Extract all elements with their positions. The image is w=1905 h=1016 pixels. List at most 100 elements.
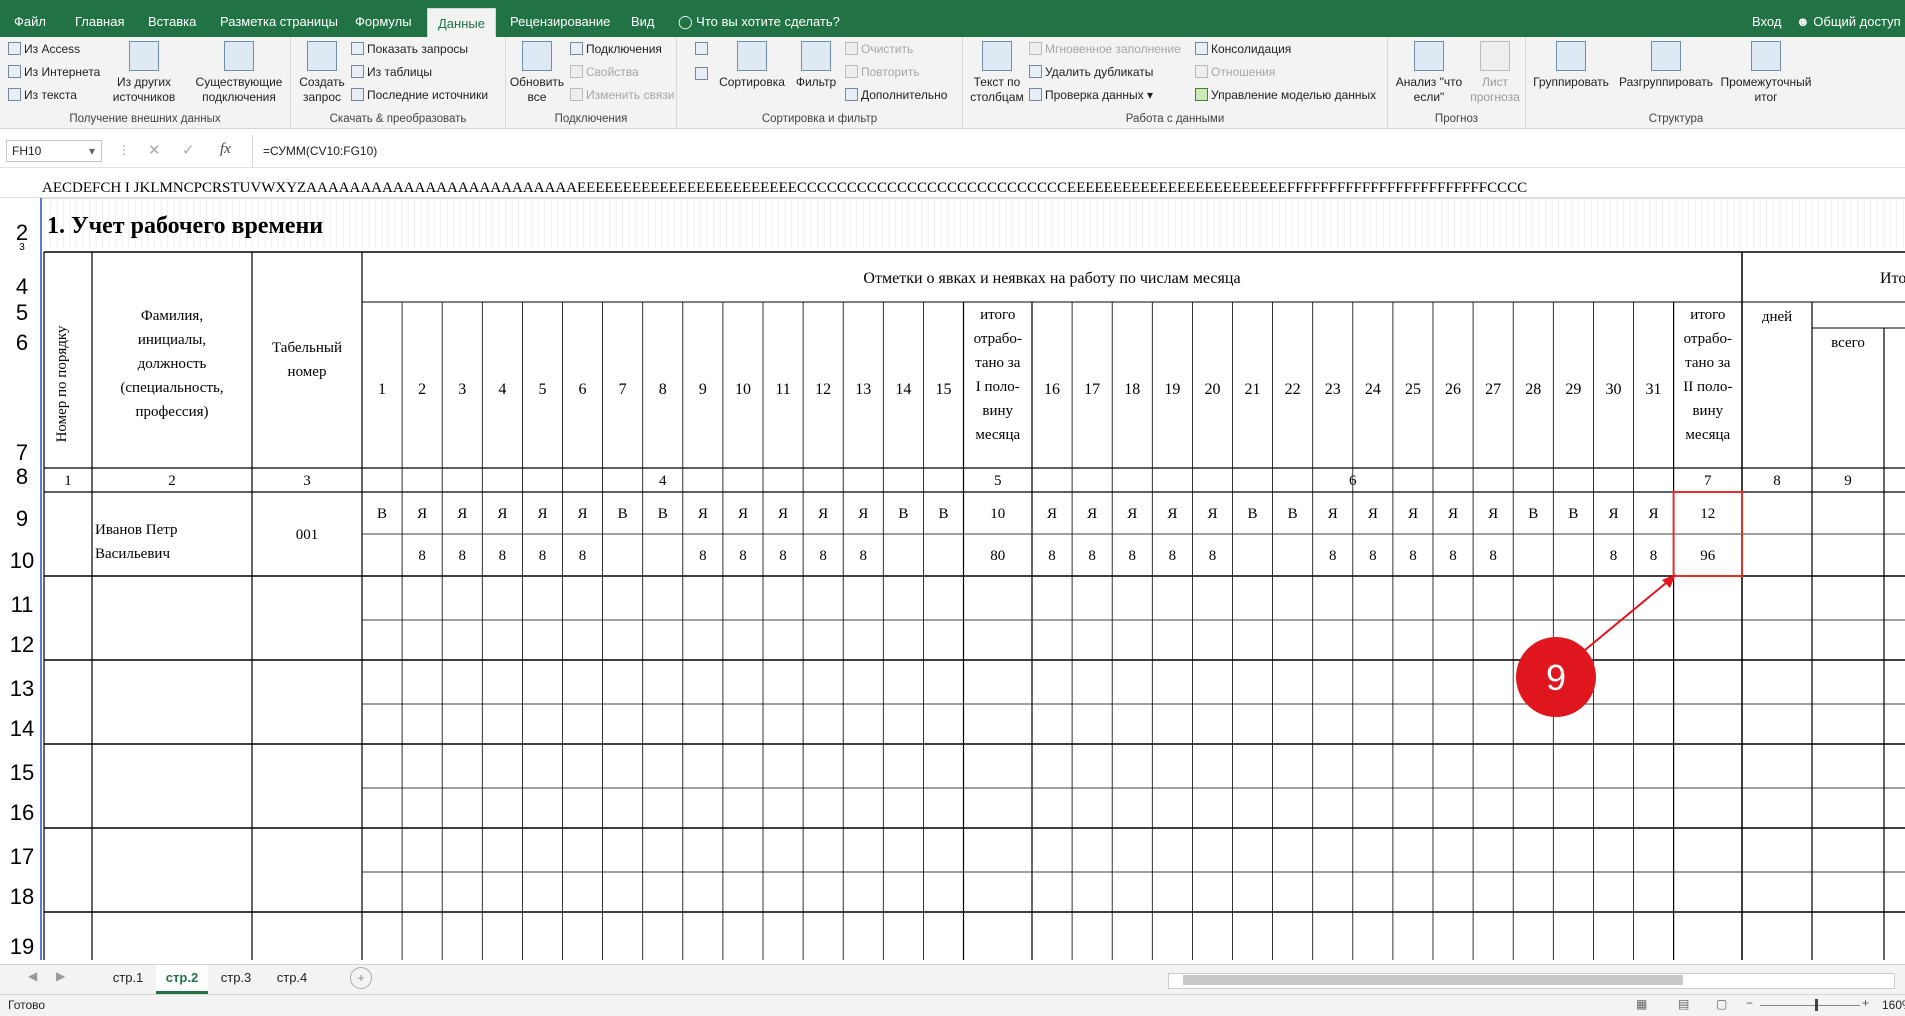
day-number-17: 17 xyxy=(1084,381,1100,398)
group-connections: Обновить все Подключения Свойства Измени… xyxy=(506,37,677,128)
share-button[interactable]: ☻ Общий доступ xyxy=(1796,0,1901,37)
zoom-out-icon[interactable]: − xyxy=(1746,996,1753,1010)
sort-za-button[interactable] xyxy=(695,67,711,81)
cancel-icon[interactable]: ✕ xyxy=(148,141,161,159)
group-label-connections: Подключения xyxy=(554,113,628,125)
remove-dup-label: Удалить дубликаты xyxy=(1045,65,1154,79)
day-number-14: 14 xyxy=(895,381,911,398)
header-days: дней xyxy=(1762,309,1792,325)
header-name-line: должность xyxy=(138,356,207,372)
zoom-slider[interactable] xyxy=(1760,1005,1860,1006)
zoom-slider-thumb[interactable] xyxy=(1815,999,1818,1011)
sheet-tab-4[interactable]: стр.4 xyxy=(268,965,316,991)
sheet-tab-2[interactable]: стр.2 xyxy=(156,965,208,994)
row-number-7: 7 xyxy=(16,440,28,465)
properties-button[interactable]: Свойства xyxy=(570,65,639,79)
add-sheet-icon[interactable]: + xyxy=(350,967,372,989)
hours-cell: 8 xyxy=(739,548,747,564)
from-web-label: Из Интернета xyxy=(24,65,101,79)
tab-review[interactable]: Рецензирование xyxy=(510,0,610,37)
name-box[interactable]: FH10 ▾ xyxy=(6,140,102,162)
reapply-button[interactable]: Повторить xyxy=(845,65,920,79)
day-number-11: 11 xyxy=(775,381,790,398)
sort-az-button[interactable] xyxy=(695,42,711,56)
formula-input[interactable]: =СУММ(CV10:FG10) xyxy=(252,135,1905,167)
tab-file[interactable]: Файл xyxy=(14,0,46,37)
forecast-sheet-button[interactable]: Лист прогноза xyxy=(1468,41,1522,105)
tab-page-layout[interactable]: Разметка страницы xyxy=(220,0,338,37)
hours-cell: 8 xyxy=(819,548,827,564)
tab-insert[interactable]: Вставка xyxy=(148,0,196,37)
header-half1-line: итого xyxy=(980,307,1015,323)
sheet-tab-1[interactable]: стр.1 xyxy=(104,965,152,991)
normal-view-icon[interactable]: ▦ xyxy=(1636,997,1647,1011)
day-number-13: 13 xyxy=(855,381,871,398)
page-break-icon[interactable]: ▢ xyxy=(1716,997,1727,1011)
recent-sources-button[interactable]: Последние источники xyxy=(351,88,488,102)
code-cell: Я xyxy=(858,506,868,522)
consolidate-button[interactable]: Консолидация xyxy=(1195,42,1291,56)
ungroup-button[interactable]: Разгруппировать xyxy=(1614,41,1718,90)
signin-link[interactable]: Вход xyxy=(1752,0,1781,37)
status-ready: Готово xyxy=(8,998,46,1012)
group-button[interactable]: Группировать xyxy=(1530,41,1612,90)
edit-links-label: Изменить связи xyxy=(586,88,675,102)
row-number-18: 18 xyxy=(10,884,34,909)
from-text-button[interactable]: Из текста xyxy=(8,88,77,102)
enter-icon[interactable]: ✓ xyxy=(182,141,195,159)
hours-cell: 8 xyxy=(579,548,587,564)
from-table-button[interactable]: Из таблицы xyxy=(351,65,432,79)
from-access-button[interactable]: Из Access xyxy=(8,42,80,56)
edit-links-button[interactable]: Изменить связи xyxy=(570,88,674,102)
worksheet-grid[interactable]: AECDEFCH I JKLMNCPCRSTUVWXYZAAAAAAAAAAAA… xyxy=(0,172,1905,960)
refresh-all-button[interactable]: Обновить все xyxy=(509,41,565,105)
scroll-right-icon[interactable]: ▶ xyxy=(56,969,65,983)
insert-function-icon[interactable]: fx xyxy=(220,141,231,158)
subtotal-button[interactable]: Промежуточный итог xyxy=(1712,41,1820,105)
day-number-5: 5 xyxy=(538,381,546,398)
flash-fill-button[interactable]: Мгновенное заполнение xyxy=(1029,42,1181,56)
connections-button[interactable]: Подключения xyxy=(570,42,662,56)
recent-label: Последние источники xyxy=(367,88,489,102)
day-number-25: 25 xyxy=(1405,381,1421,398)
tab-formulas[interactable]: Формулы xyxy=(355,0,412,37)
col-num-2: 2 xyxy=(168,473,176,489)
scroll-left-icon[interactable]: ◀ xyxy=(28,969,37,983)
text-to-columns-button[interactable]: Текст по столбцам xyxy=(969,41,1025,105)
tell-me-search[interactable]: ◯ Что вы хотите сделать? xyxy=(678,0,840,37)
from-other-sources-button[interactable]: Из других источников xyxy=(104,41,184,105)
ribbon: Из Access Из Интернета Из текста Из друг… xyxy=(0,37,1905,129)
new-query-button[interactable]: Создать запрос xyxy=(295,41,349,105)
data-validation-button[interactable]: Проверка данных ▾ xyxy=(1029,88,1153,102)
sort-button[interactable]: Сортировка xyxy=(715,41,789,90)
advanced-filter-button[interactable]: Дополнительно xyxy=(845,88,947,102)
relationships-button[interactable]: Отношения xyxy=(1195,65,1275,79)
zoom-level[interactable]: 160% xyxy=(1882,998,1905,1012)
tab-home[interactable]: Главная xyxy=(75,0,124,37)
day-number-31: 31 xyxy=(1646,381,1662,398)
zoom-in-icon[interactable]: + xyxy=(1862,996,1869,1010)
horizontal-scrollbar[interactable] xyxy=(1168,973,1895,989)
filter-label: Фильтр xyxy=(795,75,837,89)
connections-icon xyxy=(224,41,254,71)
tab-view[interactable]: Вид xyxy=(631,0,655,37)
scrollbar-thumb[interactable] xyxy=(1183,975,1683,985)
from-web-button[interactable]: Из Интернета xyxy=(8,65,100,79)
col-num-7: 7 xyxy=(1704,473,1712,489)
data-model-button[interactable]: Управление моделью данных xyxy=(1195,88,1376,102)
page-layout-icon[interactable]: ▤ xyxy=(1678,997,1689,1011)
clear-filter-button[interactable]: Очистить xyxy=(845,42,913,56)
existing-connections-button[interactable]: Существующие подключения xyxy=(194,41,284,105)
tab-data[interactable]: Данные xyxy=(427,8,496,38)
sheet-tab-3[interactable]: стр.3 xyxy=(212,965,260,991)
row-number-10: 10 xyxy=(10,548,34,573)
text-file-icon xyxy=(8,88,21,101)
relationships-icon xyxy=(1195,65,1208,78)
code-cell: Я xyxy=(818,506,828,522)
row-number-9: 9 xyxy=(16,506,28,531)
lightbulb-icon: ◯ xyxy=(678,14,697,29)
filter-button[interactable]: Фильтр xyxy=(791,41,841,90)
what-if-button[interactable]: Анализ "что если" xyxy=(1392,41,1466,105)
show-queries-button[interactable]: Показать запросы xyxy=(351,42,468,56)
remove-duplicates-button[interactable]: Удалить дубликаты xyxy=(1029,65,1153,79)
